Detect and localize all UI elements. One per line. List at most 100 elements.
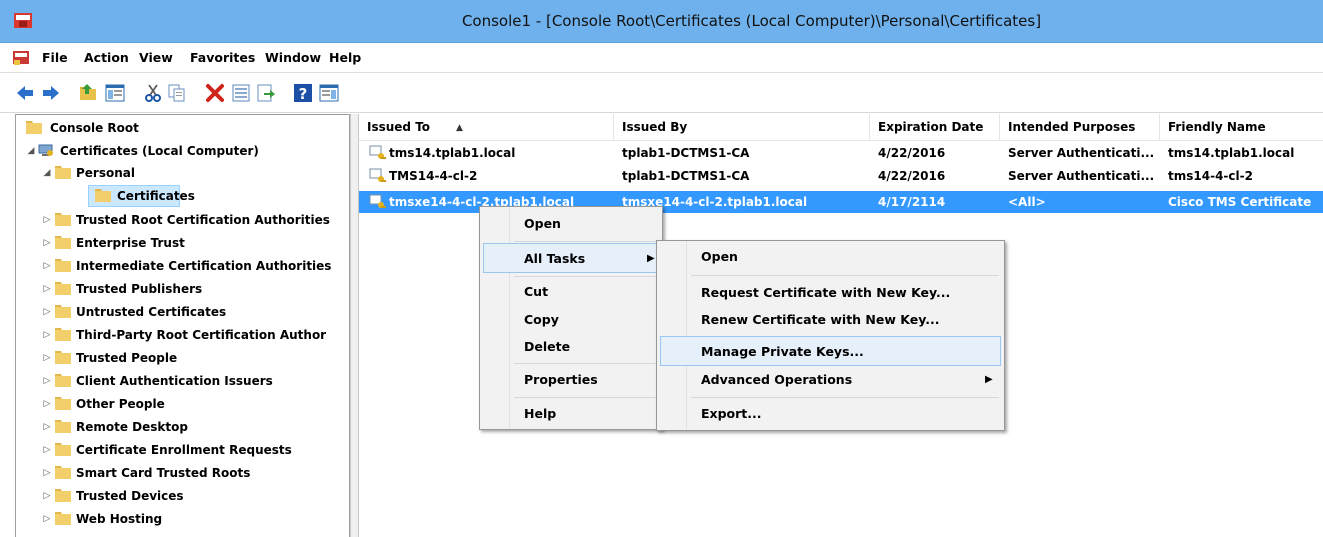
cell-issued-to: TMS14-4-cl-2 (389, 169, 478, 183)
submenu-arrow-icon: ▶ (647, 253, 655, 264)
cell-friendly-name: tms14-4-cl-2 (1168, 169, 1253, 183)
menu-separator (514, 363, 658, 364)
column-header-friendly-name[interactable]: Friendly Name (1160, 114, 1323, 141)
menu-separator (514, 241, 658, 242)
toolbar: ? (0, 73, 1323, 113)
tree-label: Client Authentication Issuers (76, 374, 273, 388)
cell-expiration: 4/22/2016 (878, 146, 946, 160)
menu-help[interactable]: Help (329, 43, 361, 73)
cell-purposes: <All> (1008, 195, 1046, 209)
table-row[interactable]: TMS14-4-cl-2 tplab1-DCTMS1-CA 4/22/2016 … (359, 165, 1323, 187)
menu-item-help[interactable]: Help (486, 399, 656, 429)
tree-label: Console Root (50, 121, 139, 135)
collapse-arrow-icon[interactable]: ◢ (25, 140, 37, 162)
submenu-item-manage-private-keys[interactable]: Manage Private Keys... (660, 336, 1001, 366)
menu-item-properties[interactable]: Properties (486, 365, 656, 395)
column-header-expiration-date[interactable]: Expiration Date (870, 114, 1000, 141)
expand-arrow-icon[interactable]: ▷ (41, 370, 53, 392)
folder-icon (55, 282, 71, 295)
submenu-arrow-icon: ▶ (985, 374, 993, 385)
folder-icon (55, 466, 71, 479)
folder-icon (55, 213, 71, 226)
cut-icon[interactable] (142, 82, 164, 104)
submenu-item-renew-new-key[interactable]: Renew Certificate with New Key... (663, 305, 998, 335)
help-icon[interactable]: ? (292, 82, 314, 104)
folder-icon (55, 236, 71, 249)
expand-arrow-icon[interactable]: ▷ (41, 416, 53, 438)
menu-item-label: All Tasks (524, 251, 586, 266)
folder-icon (26, 121, 42, 134)
menu-file[interactable]: File (42, 43, 68, 73)
expand-arrow-icon[interactable]: ▷ (41, 485, 53, 507)
expand-arrow-icon[interactable]: ▷ (41, 393, 53, 415)
column-header-issued-by[interactable]: Issued By (614, 114, 870, 141)
folder-icon (55, 351, 71, 364)
menu-action[interactable]: Action (84, 43, 129, 73)
column-label: Issued To (367, 120, 431, 134)
tree-label: Trusted People (76, 351, 178, 365)
menu-item-cut[interactable]: Cut (486, 277, 656, 307)
cell-issued-by: tplab1-DCTMS1-CA (622, 169, 750, 183)
expand-arrow-icon[interactable]: ▷ (41, 232, 53, 254)
show-hide-action-pane-icon[interactable] (318, 82, 340, 104)
expand-arrow-icon[interactable]: ▷ (41, 301, 53, 323)
menu-view[interactable]: View (139, 43, 173, 73)
table-row[interactable]: tms14.tplab1.local tplab1-DCTMS1-CA 4/22… (359, 142, 1323, 164)
menu-bar: File Action View Favorites Window Help (0, 43, 1323, 73)
collapse-arrow-icon[interactable]: ◢ (41, 162, 53, 184)
expand-arrow-icon[interactable]: ▷ (41, 255, 53, 277)
expand-arrow-icon[interactable]: ▷ (41, 209, 53, 231)
expand-arrow-icon[interactable]: ▷ (41, 324, 53, 346)
list-header: Issued To ▲ Issued By Expiration Date Int… (359, 114, 1323, 141)
context-menu: Open All Tasks ▶ Cut Copy Delete Propert… (479, 206, 663, 430)
up-folder-icon[interactable] (78, 82, 100, 104)
cell-expiration: 4/17/2114 (878, 195, 946, 209)
tree-label: Trusted Devices (76, 489, 184, 503)
tree-label: Enterprise Trust (76, 236, 185, 250)
cell-purposes: Server Authenticati... (1008, 146, 1155, 160)
console-tree: Console Root ◢ Certificates (Local Compu… (15, 114, 350, 537)
cell-issued-to: tms14.tplab1.local (389, 146, 516, 160)
tree-label: Web Hosting (76, 512, 163, 526)
expand-arrow-icon[interactable]: ▷ (41, 347, 53, 369)
tree-label: Smart Card Trusted Roots (76, 466, 251, 480)
tree-node-personal-certificates[interactable]: Certificates (88, 185, 195, 207)
menu-item-copy[interactable]: Copy (486, 305, 656, 335)
tree-label: Third-Party Root Certification Author (76, 328, 327, 342)
column-header-intended-purposes[interactable]: Intended Purposes (1000, 114, 1160, 141)
svg-text:?: ? (299, 85, 308, 103)
forward-icon[interactable] (40, 82, 62, 104)
menu-item-open[interactable]: Open (486, 209, 656, 239)
folder-icon (55, 420, 71, 433)
properties-icon[interactable] (230, 82, 252, 104)
menu-separator (514, 397, 658, 398)
submenu-item-request-new-key[interactable]: Request Certificate with New Key... (663, 278, 998, 308)
menu-item-all-tasks[interactable]: All Tasks ▶ (483, 243, 659, 273)
submenu-item-export[interactable]: Export... (663, 399, 998, 429)
expand-arrow-icon[interactable]: ▷ (41, 508, 53, 530)
folder-icon (55, 443, 71, 456)
expand-arrow-icon[interactable]: ▷ (41, 462, 53, 484)
submenu-item-open[interactable]: Open (663, 242, 998, 272)
tree-label: Other People (76, 397, 165, 411)
menu-window[interactable]: Window (265, 43, 321, 73)
export-list-icon[interactable] (255, 82, 277, 104)
delete-icon[interactable] (204, 82, 226, 104)
title-bar: Console1 - [Console Root\Certificates (L… (0, 0, 1323, 43)
menu-separator (691, 397, 999, 398)
folder-icon (55, 166, 71, 179)
column-header-issued-to[interactable]: Issued To ▲ (359, 114, 614, 141)
expand-arrow-icon[interactable]: ▷ (41, 278, 53, 300)
show-hide-tree-icon[interactable] (104, 82, 126, 104)
expand-arrow-icon[interactable]: ▷ (41, 439, 53, 461)
pane-splitter[interactable] (350, 114, 359, 537)
menu-favorites[interactable]: Favorites (190, 43, 255, 73)
menu-separator (691, 275, 999, 276)
all-tasks-submenu: Open Request Certificate with New Key...… (656, 240, 1005, 431)
back-icon[interactable] (14, 82, 36, 104)
console-menu-icon[interactable] (12, 49, 30, 67)
menu-item-delete[interactable]: Delete (486, 332, 656, 362)
copy-icon[interactable] (166, 82, 188, 104)
submenu-item-advanced-operations[interactable]: Advanced Operations ▶ (663, 365, 998, 395)
tree-label: Trusted Root Certification Authorities (76, 213, 330, 227)
